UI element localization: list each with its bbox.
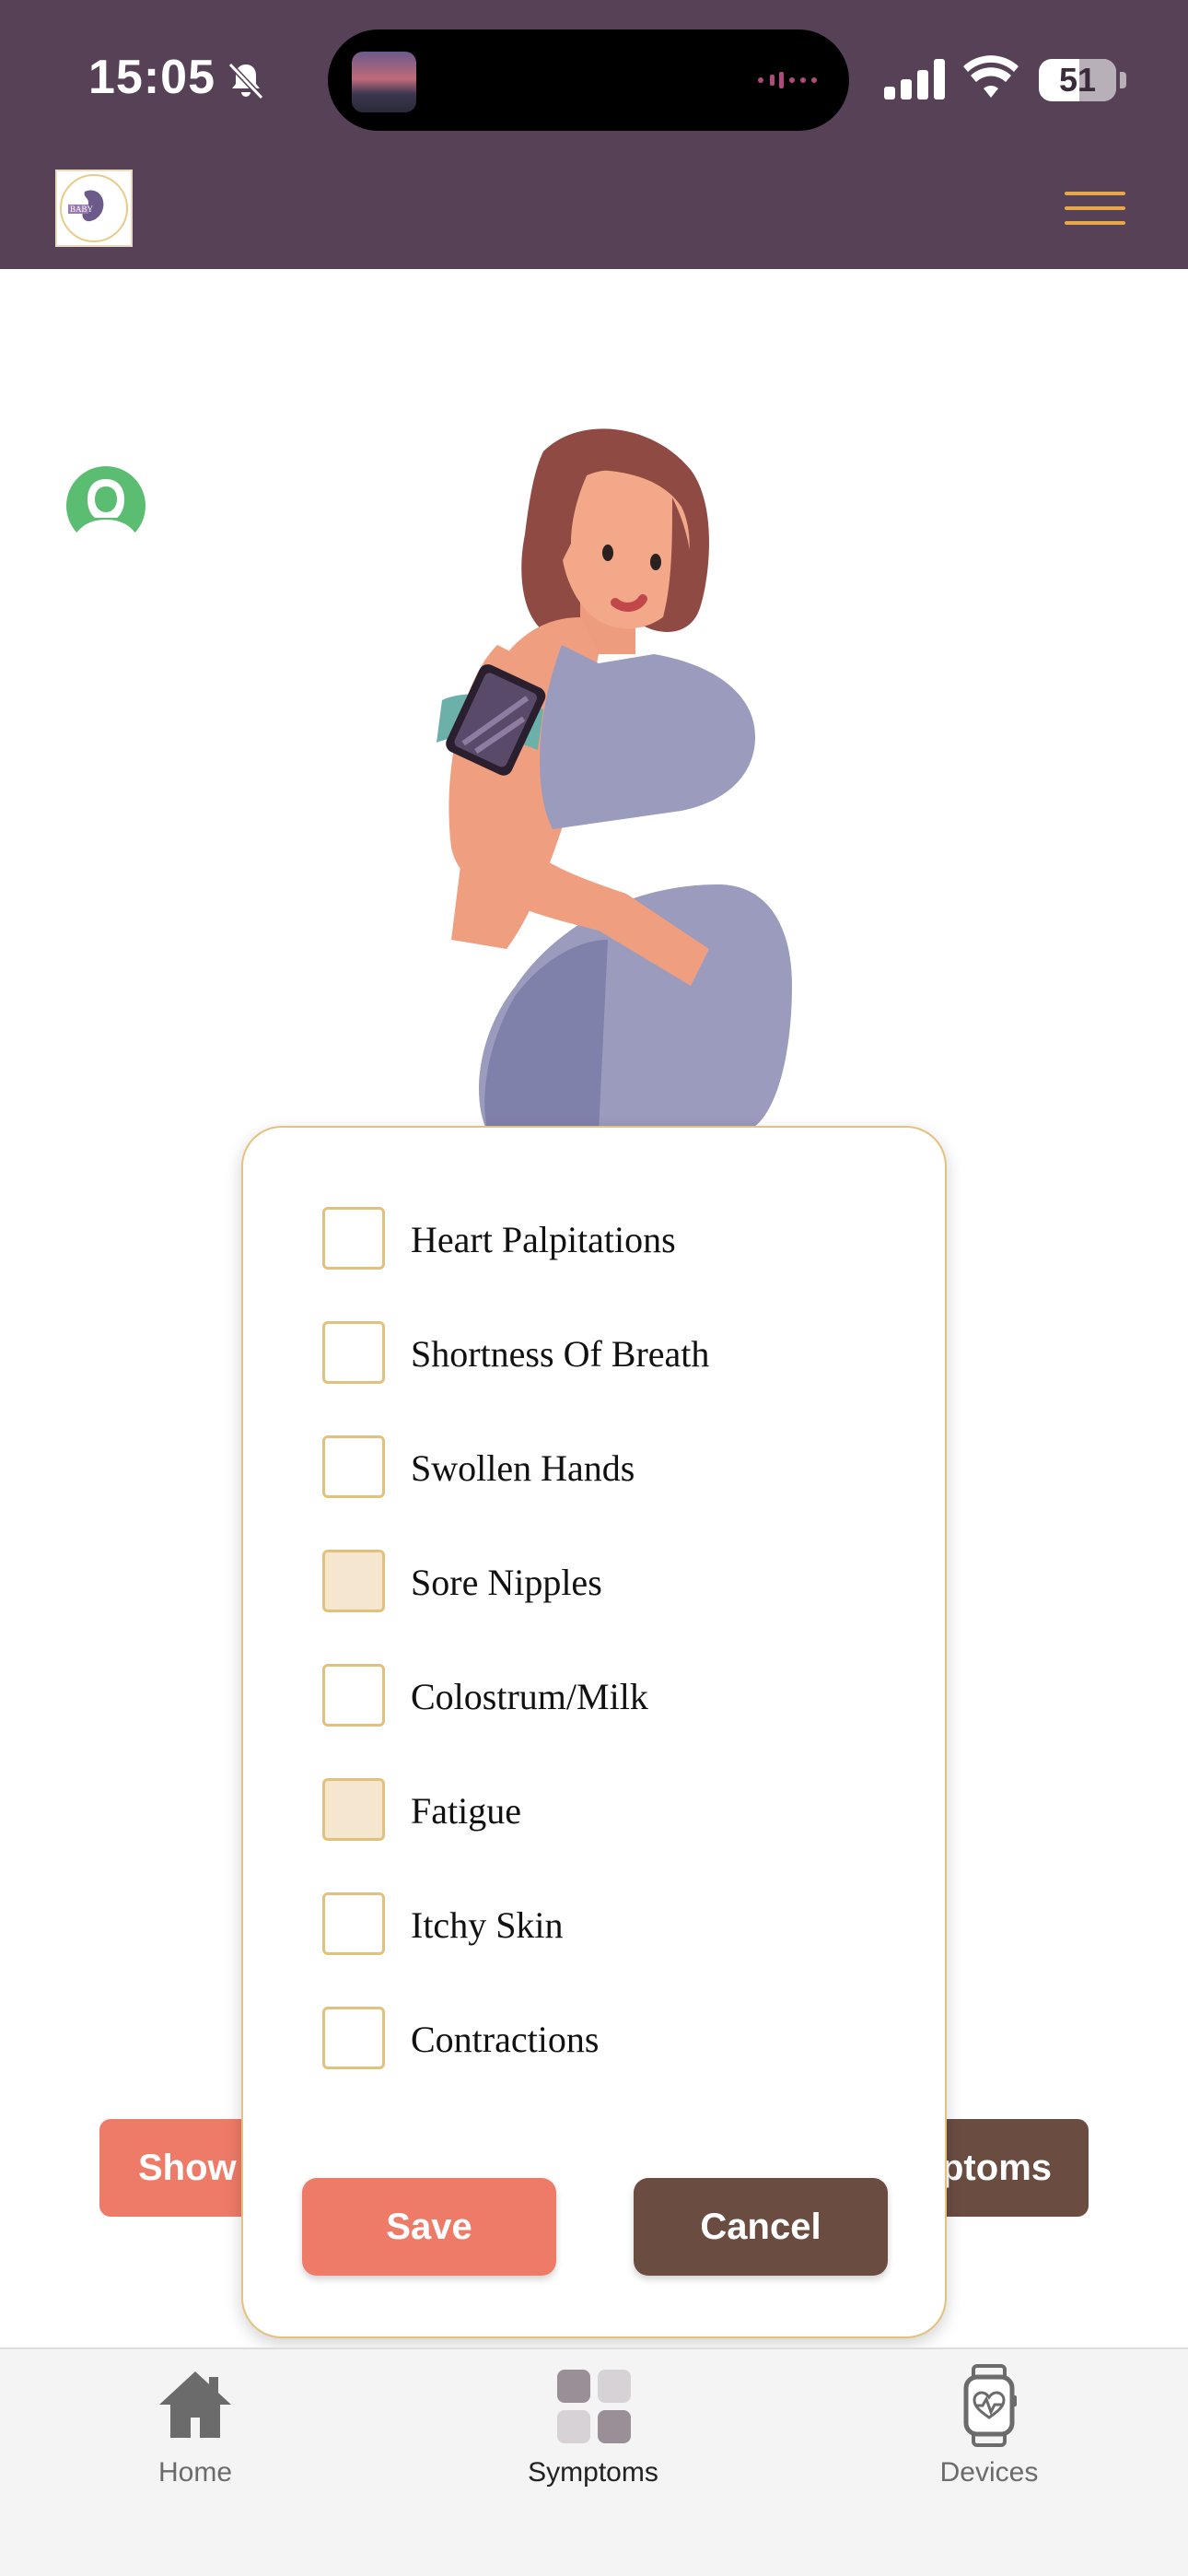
hamburger-menu-icon[interactable] [1065,192,1125,225]
checkbox[interactable] [322,1550,385,1612]
symptom-option-sore-nipples[interactable]: Sore Nipples [322,1550,893,1616]
checkbox[interactable] [322,2007,385,2069]
symptom-label: Sore Nipples [411,1562,602,1603]
tab-label: Home [157,2457,233,2488]
checkbox[interactable] [322,1435,385,1498]
symptom-option-shortness-of-breath[interactable]: Shortness Of Breath [322,1321,893,1388]
tab-devices[interactable]: Devices [851,2364,1127,2488]
save-button[interactable]: Save [302,2178,556,2276]
cellular-signal-icon [884,59,945,100]
dynamic-island [328,29,849,131]
checkbox[interactable] [322,1664,385,1727]
tab-symptoms[interactable]: Symptoms [455,2364,731,2488]
checkbox[interactable] [322,1207,385,1270]
cancel-button[interactable]: Cancel [634,2178,888,2276]
checkbox[interactable] [322,1778,385,1841]
tab-label: Devices [939,2457,1039,2488]
silent-bell-icon [227,62,264,100]
tab-home[interactable]: Home [57,2364,333,2488]
pregnant-woman-illustration [437,428,792,1133]
svg-text:BABY: BABY [70,205,94,214]
audio-wave-icon [758,72,817,88]
battery-level: 51 [1058,61,1097,99]
logo-emblem-icon: BABY [60,174,128,242]
symptom-label: Shortness Of Breath [411,1333,710,1375]
user-avatar-icon[interactable] [66,466,146,545]
home-icon [159,2371,231,2438]
battery-indicator: 51 [1039,59,1127,101]
tab-label: Symptoms [528,2457,658,2488]
symptom-option-fatigue[interactable]: Fatigue [322,1778,893,1844]
symptom-label: Heart Palpitations [411,1219,676,1260]
smartwatch-icon [963,2364,1017,2447]
symptom-label: Colostrum/Milk [411,1676,648,1717]
symptom-label: Itchy Skin [411,1904,564,1946]
symptoms-modal: Heart Palpitations Shortness Of Breath S… [241,1126,947,2338]
now-playing-artwork [352,52,416,112]
symptom-option-colostrum-milk[interactable]: Colostrum/Milk [322,1664,893,1730]
symptom-label: Fatigue [411,1790,521,1832]
grid-icon [557,2370,631,2443]
symptom-option-contractions[interactable]: Contractions [322,2007,893,2073]
status-time: 15:05 [88,51,215,104]
checkbox[interactable] [322,1321,385,1384]
brand-logo[interactable]: BABY [55,170,133,247]
symptom-label: Swollen Hands [411,1447,635,1489]
symptom-option-swollen-hands[interactable]: Swollen Hands [322,1435,893,1502]
symptom-label: Contractions [411,2019,600,2060]
bottom-tab-bar: Home Symptoms Devices [0,2348,1188,2576]
wifi-icon [963,55,1019,98]
symptom-option-heart-palpitations[interactable]: Heart Palpitations [322,1207,893,1273]
checkbox[interactable] [322,1892,385,1955]
symptom-option-itchy-skin[interactable]: Itchy Skin [322,1892,893,1959]
header-bar: 15:05 51 BABY [0,0,1188,269]
